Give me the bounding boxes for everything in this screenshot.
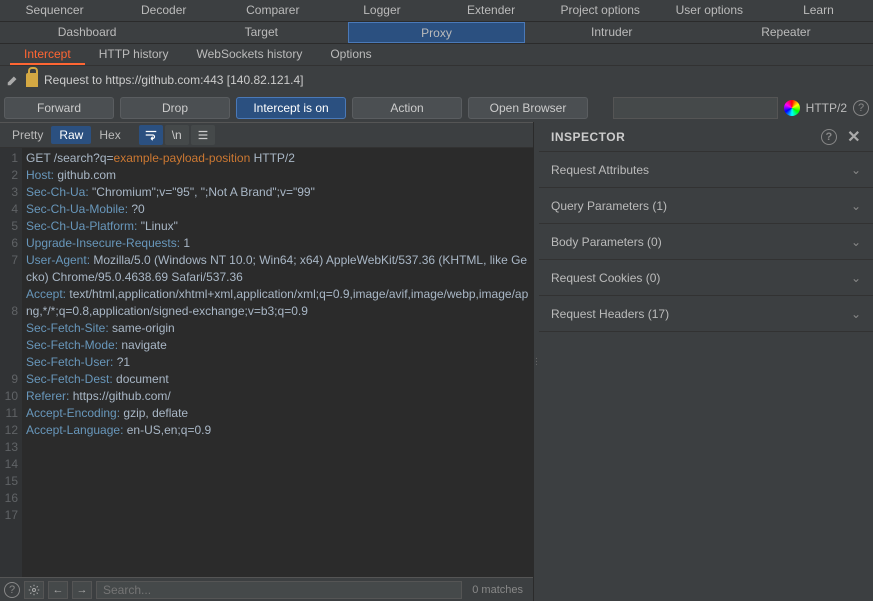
- section-label: Body Parameters (0): [551, 235, 662, 249]
- http-editor[interactable]: 1234567 8 91011121314151617 GET /search?…: [0, 148, 533, 577]
- viewtab-raw[interactable]: Raw: [51, 126, 91, 144]
- view-mode-bar: PrettyRawHex \n: [0, 122, 533, 148]
- help-icon[interactable]: ?: [821, 129, 837, 145]
- inspector-panel: INSPECTOR ? ✕ Request Attributes⌄Query P…: [539, 122, 873, 601]
- tab-decoder[interactable]: Decoder: [109, 0, 218, 21]
- top-tabs-row2: DashboardTargetProxyIntruderRepeater: [0, 22, 873, 44]
- open-browser-button[interactable]: Open Browser: [468, 97, 588, 119]
- subtab-intercept[interactable]: Intercept: [10, 44, 85, 65]
- inspector-title-bar: INSPECTOR ? ✕: [539, 122, 873, 152]
- line-number-gutter: 1234567 8 91011121314151617: [0, 148, 22, 577]
- inspector-section-query-parameters-1-[interactable]: Query Parameters (1) ⌄: [539, 188, 873, 224]
- chevron-down-icon: ⌄: [851, 163, 861, 177]
- forward-button[interactable]: Forward: [4, 97, 114, 119]
- highlight-color-icon[interactable]: [784, 100, 800, 116]
- subtab-websockets-history[interactable]: WebSockets history: [183, 44, 317, 65]
- inspector-section-request-attributes[interactable]: Request Attributes ⌄: [539, 152, 873, 188]
- quick-search-input[interactable]: [613, 97, 778, 119]
- inspector-section-body-parameters-0-[interactable]: Body Parameters (0) ⌄: [539, 224, 873, 260]
- tab-dashboard[interactable]: Dashboard: [0, 22, 174, 43]
- chevron-down-icon: ⌄: [851, 307, 861, 321]
- lock-icon: [26, 73, 38, 87]
- help-icon[interactable]: ?: [853, 100, 869, 116]
- editor-status-bar: ? ← → 0 matches: [0, 577, 533, 601]
- tab-learn[interactable]: Learn: [764, 0, 873, 21]
- tab-proxy[interactable]: Proxy: [348, 22, 524, 43]
- help-icon[interactable]: ?: [4, 582, 20, 598]
- proxy-subtabs: InterceptHTTP historyWebSockets historyO…: [0, 44, 873, 66]
- tab-project-options[interactable]: Project options: [546, 0, 655, 21]
- tab-sequencer[interactable]: Sequencer: [0, 0, 109, 21]
- tab-intruder[interactable]: Intruder: [525, 22, 699, 43]
- drop-button[interactable]: Drop: [120, 97, 230, 119]
- action-button-bar: Forward Drop Intercept is on Action Open…: [0, 94, 873, 122]
- inspector-section-request-cookies-0-[interactable]: Request Cookies (0) ⌄: [539, 260, 873, 296]
- subtab-options[interactable]: Options: [316, 44, 385, 65]
- chevron-down-icon: ⌄: [851, 199, 861, 213]
- tab-logger[interactable]: Logger: [327, 0, 436, 21]
- top-tabs-row1: SequencerDecoderComparerLoggerExtenderPr…: [0, 0, 873, 22]
- inspector-section-request-headers-17-[interactable]: Request Headers (17) ⌄: [539, 296, 873, 332]
- show-nonprintable-icon[interactable]: \n: [165, 125, 189, 145]
- wrap-lines-icon[interactable]: [139, 125, 163, 145]
- editor-pane: PrettyRawHex \n 1234567 8 91011121314151…: [0, 122, 534, 601]
- next-match-icon[interactable]: →: [72, 581, 92, 599]
- http-code[interactable]: GET /search?q=example-payload-position H…: [22, 148, 533, 577]
- chevron-down-icon: ⌄: [851, 235, 861, 249]
- http-version-label: HTTP/2: [806, 101, 847, 115]
- section-label: Request Attributes: [551, 163, 649, 177]
- action-button[interactable]: Action: [352, 97, 462, 119]
- section-label: Request Cookies (0): [551, 271, 660, 285]
- viewtab-hex[interactable]: Hex: [91, 126, 128, 144]
- viewtab-pretty[interactable]: Pretty: [4, 126, 51, 144]
- intercept-toggle-button[interactable]: Intercept is on: [236, 97, 346, 119]
- tab-extender[interactable]: Extender: [437, 0, 546, 21]
- tab-comparer[interactable]: Comparer: [218, 0, 327, 21]
- request-label: Request to https://github.com:443 [140.8…: [44, 73, 304, 87]
- subtab-http-history[interactable]: HTTP history: [85, 44, 183, 65]
- hamburger-icon[interactable]: [191, 125, 215, 145]
- editor-search-input[interactable]: [96, 581, 462, 599]
- section-label: Request Headers (17): [551, 307, 669, 321]
- tab-repeater[interactable]: Repeater: [699, 22, 873, 43]
- gear-icon[interactable]: [24, 581, 44, 599]
- tab-user-options[interactable]: User options: [655, 0, 764, 21]
- close-icon[interactable]: ✕: [837, 127, 861, 147]
- request-info-bar: Request to https://github.com:443 [140.8…: [0, 66, 873, 94]
- chevron-down-icon: ⌄: [851, 271, 861, 285]
- match-count-label: 0 matches: [466, 584, 529, 596]
- section-label: Query Parameters (1): [551, 199, 667, 213]
- inspector-title: INSPECTOR: [551, 130, 625, 144]
- edit-icon: [6, 73, 20, 87]
- prev-match-icon[interactable]: ←: [48, 581, 68, 599]
- tab-target[interactable]: Target: [174, 22, 348, 43]
